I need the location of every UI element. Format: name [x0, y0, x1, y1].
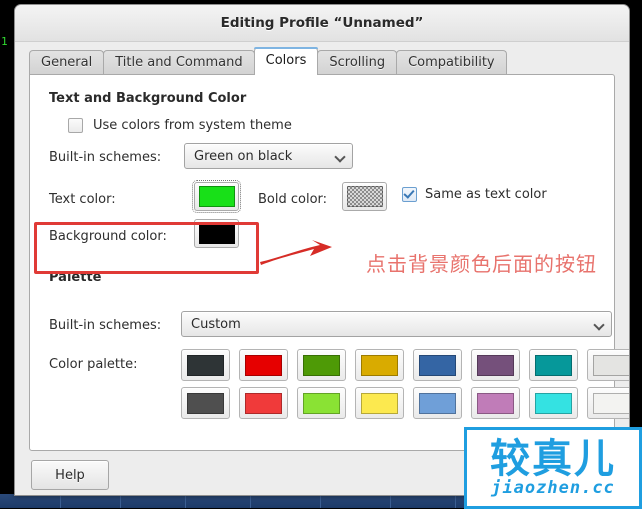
tab-title-command[interactable]: Title and Command	[103, 50, 255, 75]
color-palette-row-2	[181, 387, 629, 419]
palette-builtin-schemes-value: Custom	[191, 316, 241, 332]
same-as-text-color-label: Same as text color	[425, 187, 547, 202]
watermark: 较真儿 jiaozhen.cc	[464, 427, 642, 509]
tab-label: General	[41, 55, 93, 70]
palette-color-swatch	[593, 392, 629, 414]
color-palette-label: Color palette:	[49, 357, 138, 372]
tab-general[interactable]: General	[29, 50, 105, 75]
background-color-swatch	[198, 223, 235, 244]
palette-builtin-schemes-label: Built-in schemes:	[49, 318, 162, 333]
palette-color-button[interactable]	[587, 387, 629, 419]
builtin-schemes-value: Green on black	[194, 148, 293, 164]
palette-color-swatch	[361, 354, 398, 376]
use-system-theme-checkbox[interactable]	[68, 118, 83, 133]
tab-label: Scrolling	[329, 55, 386, 70]
builtin-schemes-label: Built-in schemes:	[49, 150, 162, 165]
annotation-arrow-icon	[260, 240, 332, 265]
text-background-heading: Text and Background Color	[49, 91, 247, 106]
window-titlebar[interactable]: Editing Profile “Unnamed”	[15, 5, 629, 42]
tab-compatibility[interactable]: Compatibility	[396, 50, 507, 75]
palette-color-swatch	[419, 392, 456, 414]
chevron-down-icon	[594, 319, 605, 330]
annotation-note-text: 点击背景颜色后面的按钮	[366, 252, 597, 276]
palette-color-swatch	[303, 392, 340, 414]
palette-color-swatch	[187, 354, 224, 376]
background-color-label: Background color:	[49, 229, 167, 244]
palette-color-swatch	[535, 392, 572, 414]
bold-color-swatch	[346, 186, 383, 207]
use-system-theme-checkbox-row[interactable]: Use colors from system theme	[68, 118, 292, 133]
same-as-text-color-row[interactable]: Same as text color	[402, 187, 547, 202]
chevron-down-icon	[335, 151, 346, 162]
window-title: Editing Profile “Unnamed”	[220, 15, 424, 31]
palette-color-button[interactable]	[181, 349, 230, 381]
tab-label: Colors	[265, 53, 307, 68]
palette-color-button[interactable]	[181, 387, 230, 419]
palette-color-swatch	[419, 354, 456, 376]
text-color-button[interactable]	[192, 180, 241, 213]
tab-label: Title and Command	[115, 55, 243, 70]
palette-color-button[interactable]	[239, 349, 288, 381]
palette-color-swatch	[593, 354, 629, 376]
palette-color-button[interactable]	[297, 387, 346, 419]
tab-scrolling[interactable]: Scrolling	[317, 50, 398, 75]
palette-color-button[interactable]	[587, 349, 629, 381]
tab-bar: General Title and Command Colors Scrolli…	[29, 47, 629, 75]
palette-color-swatch	[187, 392, 224, 414]
tab-label: Compatibility	[408, 55, 495, 70]
tab-colors[interactable]: Colors	[253, 47, 319, 75]
same-as-text-color-checkbox[interactable]	[402, 187, 417, 202]
palette-color-button[interactable]	[471, 349, 520, 381]
palette-color-swatch	[477, 392, 514, 414]
palette-color-button[interactable]	[355, 349, 404, 381]
palette-color-button[interactable]	[529, 349, 578, 381]
palette-color-button[interactable]	[239, 387, 288, 419]
palette-color-swatch	[535, 354, 572, 376]
help-button-label: Help	[55, 467, 85, 483]
palette-color-button[interactable]	[355, 387, 404, 419]
palette-builtin-schemes-select[interactable]: Custom	[181, 311, 612, 337]
palette-color-swatch	[361, 392, 398, 414]
help-button[interactable]: Help	[31, 460, 109, 490]
watermark-chinese-text: 较真儿	[490, 436, 616, 482]
palette-color-button[interactable]	[529, 387, 578, 419]
palette-color-swatch	[245, 354, 282, 376]
watermark-url-text: jiaozhen.cc	[491, 478, 615, 498]
palette-color-button[interactable]	[471, 387, 520, 419]
terminal-text: 1	[1, 35, 8, 48]
bold-color-button[interactable]	[342, 182, 387, 211]
text-color-swatch	[198, 186, 235, 207]
palette-color-swatch	[245, 392, 282, 414]
background-color-button[interactable]	[194, 219, 239, 248]
palette-color-button[interactable]	[413, 387, 462, 419]
palette-color-button[interactable]	[297, 349, 346, 381]
text-color-label: Text color:	[49, 192, 116, 207]
palette-color-button[interactable]	[413, 349, 462, 381]
builtin-schemes-select[interactable]: Green on black	[184, 143, 353, 169]
palette-color-swatch	[477, 354, 514, 376]
use-system-theme-label: Use colors from system theme	[93, 118, 292, 133]
color-palette-row-1	[181, 349, 629, 381]
bold-color-label: Bold color:	[258, 192, 328, 207]
palette-heading: Palette	[49, 270, 102, 285]
palette-color-swatch	[303, 354, 340, 376]
